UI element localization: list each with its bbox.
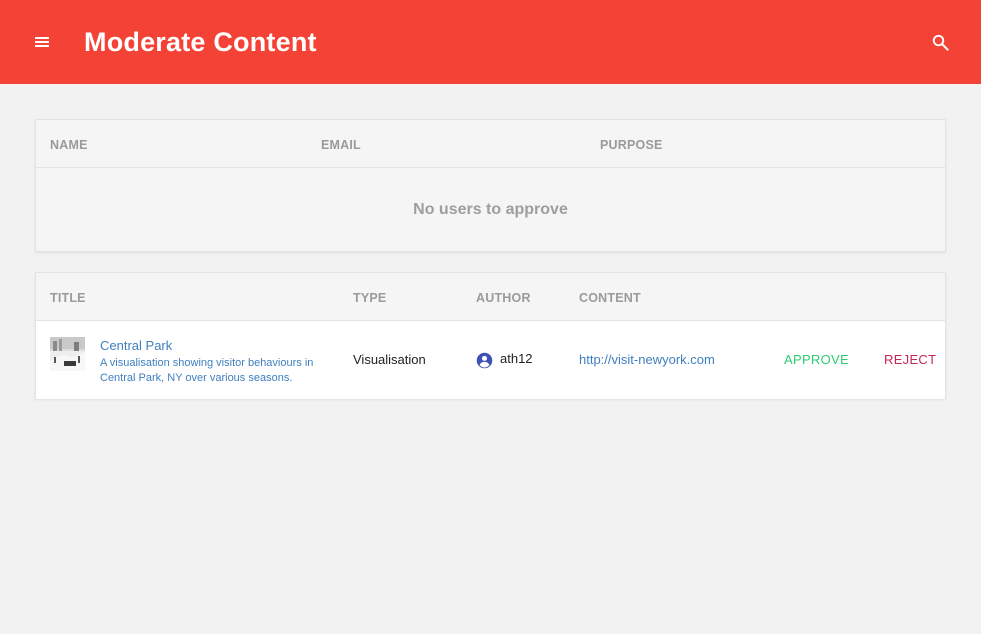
users-approval-table: NAME EMAIL PURPOSE No users to approve xyxy=(35,119,946,252)
table-header: NAME EMAIL PURPOSE xyxy=(36,120,945,168)
column-header-email: EMAIL xyxy=(321,138,361,152)
approve-button[interactable]: APPROVE xyxy=(784,352,849,368)
search-icon[interactable] xyxy=(924,26,956,58)
content-title-link[interactable]: Central Park xyxy=(100,338,172,354)
content-thumbnail xyxy=(50,337,85,371)
empty-state-message: No users to approve xyxy=(413,201,568,218)
column-header-name: NAME xyxy=(50,138,88,152)
column-header-purpose: PURPOSE xyxy=(600,138,663,152)
column-header-content: CONTENT xyxy=(579,291,641,305)
author-name: ath12 xyxy=(500,351,533,366)
account-circle-icon xyxy=(476,352,493,369)
column-header-title: TITLE xyxy=(50,291,86,305)
table-header: TITLE TYPE AUTHOR CONTENT xyxy=(36,273,945,321)
content-url-link[interactable]: http://visit-newyork.com xyxy=(579,352,715,368)
column-header-type: TYPE xyxy=(353,291,387,305)
app-bar: Moderate Content xyxy=(0,0,981,84)
content-description: A visualisation showing visitor behaviou… xyxy=(100,357,314,384)
table-row: Central Park A visualisation showing vis… xyxy=(36,321,945,399)
reject-button[interactable]: REJECT xyxy=(884,352,936,368)
content-type: Visualisation xyxy=(353,352,426,367)
page-title: Moderate Content xyxy=(84,27,317,57)
menu-icon[interactable] xyxy=(26,26,58,58)
column-header-author: AUTHOR xyxy=(476,291,531,305)
content-approval-table: TITLE TYPE AUTHOR CONTENT Central Park A… xyxy=(35,272,946,399)
